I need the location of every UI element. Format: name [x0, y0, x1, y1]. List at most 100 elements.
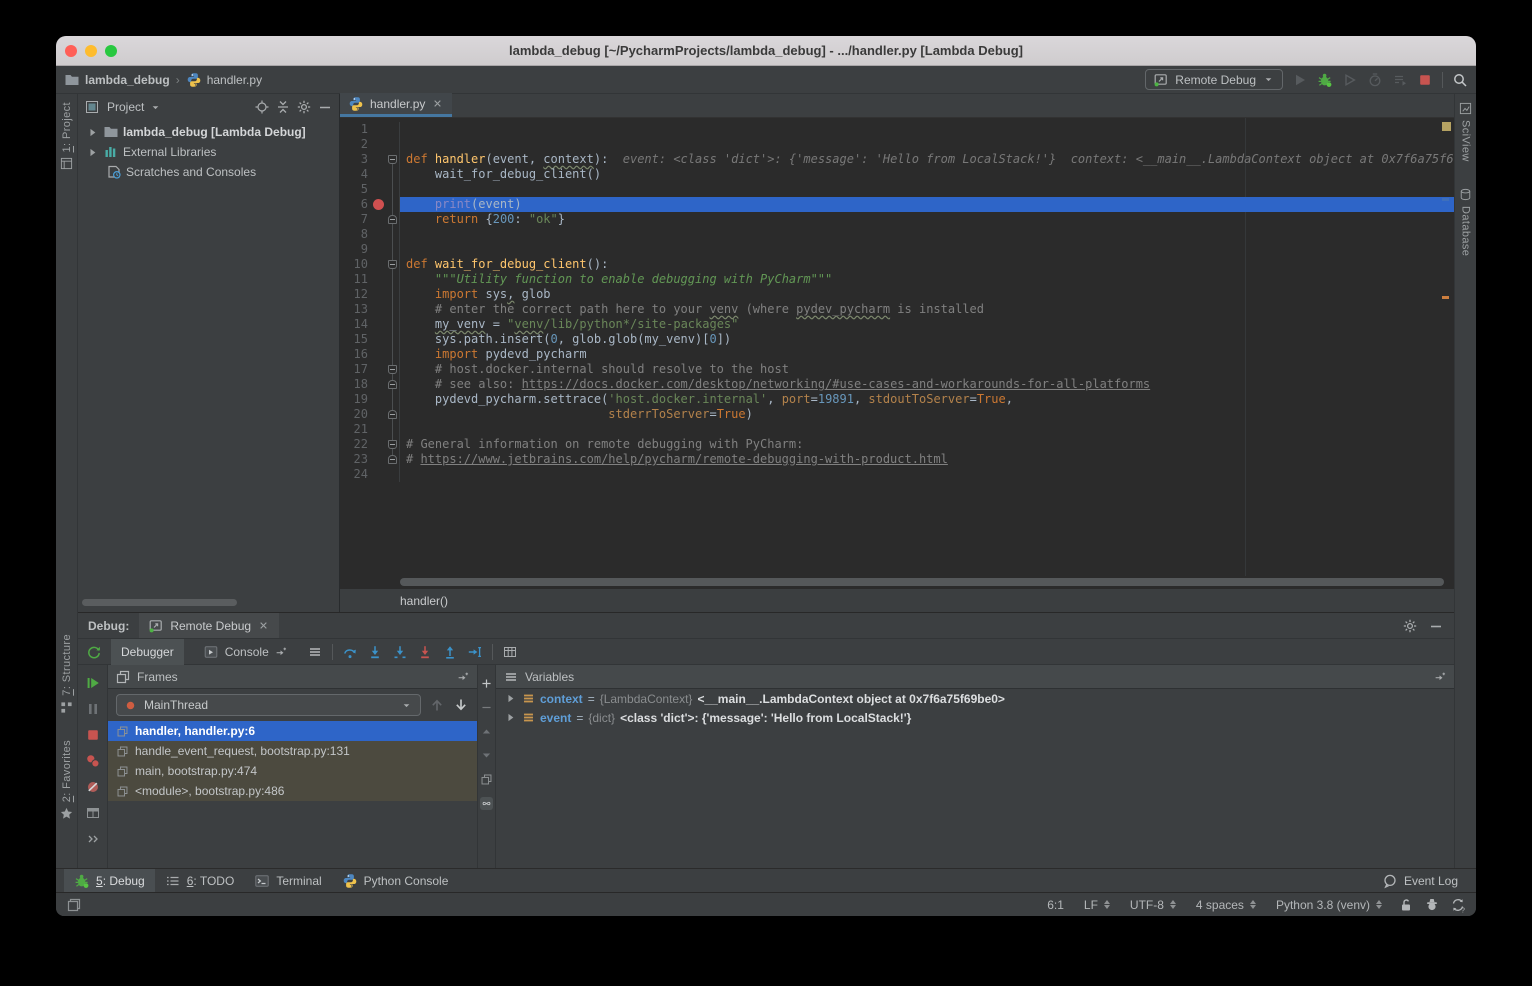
status-item-6-1[interactable]: 6:1	[1047, 898, 1064, 912]
tab-close-icon[interactable]	[431, 97, 444, 110]
sync-button[interactable]: ?	[1450, 897, 1466, 913]
thread-select[interactable]: MainThread	[116, 694, 421, 716]
tool-window-button-terminal[interactable]: Terminal	[244, 869, 331, 893]
breakpoint-icon[interactable]	[373, 199, 384, 210]
run-configuration-select[interactable]: Remote Debug	[1145, 69, 1283, 90]
gutter[interactable]	[370, 199, 386, 210]
fold-close-icon[interactable]	[388, 380, 397, 389]
variable-row-event[interactable]: event={dict}<class 'dict'>: {'message': …	[496, 708, 1454, 727]
hector-button[interactable]	[1424, 897, 1440, 913]
stack-frame-row[interactable]: handler, handler.py:6	[108, 721, 477, 741]
expander-icon[interactable]	[86, 146, 99, 159]
code-line-20[interactable]: 20 stderrToServer=True)	[340, 407, 1454, 422]
minimize-button[interactable]	[317, 99, 333, 115]
status-item-lf[interactable]: LF	[1084, 898, 1110, 912]
tool-strip-button-1-project[interactable]: 1: Project	[60, 102, 73, 170]
fold-close-icon[interactable]	[388, 215, 397, 224]
expander-icon[interactable]	[504, 711, 517, 724]
minimize-button[interactable]	[1428, 618, 1444, 634]
run-to-cursor-button[interactable]	[467, 644, 483, 660]
project-hscrollbar[interactable]	[82, 599, 237, 606]
rerun-button[interactable]	[1392, 72, 1408, 88]
code-line-5[interactable]: 5	[340, 182, 1454, 197]
chev-down-icon[interactable]	[149, 101, 162, 114]
profile-button[interactable]	[1367, 72, 1383, 88]
move-down-button[interactable]	[480, 749, 493, 762]
code-line-18[interactable]: 18 # see also: https://docs.docker.com/d…	[340, 377, 1454, 392]
expander-icon[interactable]	[504, 692, 517, 705]
status-item-python-3-8-venv-[interactable]: Python 3.8 (venv)	[1276, 898, 1382, 912]
stop-debug-button[interactable]	[85, 727, 101, 743]
copy-frame-button[interactable]	[480, 773, 493, 786]
code-line-16[interactable]: 16 import pydevd_pycharm	[340, 347, 1454, 362]
lock-open-button[interactable]	[1398, 897, 1414, 913]
code-line-9[interactable]: 9	[340, 242, 1454, 257]
stop-button[interactable]	[1417, 72, 1433, 88]
variable-row-context[interactable]: context={LambdaContext}<__main__.LambdaC…	[496, 689, 1454, 708]
remove-button[interactable]	[480, 701, 493, 714]
gear-button[interactable]	[296, 99, 312, 115]
code-line-10[interactable]: 10def wait_for_debug_client():	[340, 257, 1454, 272]
step-over-button[interactable]	[342, 644, 358, 660]
tree-item-scratches[interactable]: Scratches and Consoles	[78, 162, 339, 182]
force-step-into-button[interactable]	[392, 644, 408, 660]
step-into-my-code-button[interactable]	[417, 644, 433, 660]
code-line-24[interactable]: 24	[340, 467, 1454, 482]
code-line-15[interactable]: 15 sys.path.insert(0, glob.glob(my_venv)…	[340, 332, 1454, 347]
down-nav-icon[interactable]	[453, 697, 469, 713]
pause-button[interactable]	[85, 701, 101, 717]
code-line-1[interactable]: 1	[340, 122, 1454, 137]
search-everywhere-button[interactable]	[1452, 72, 1468, 88]
tool-strip-button-7-structure[interactable]: 7: Structure	[60, 634, 73, 714]
code-line-7[interactable]: 7 return {200: "ok"}	[340, 212, 1454, 227]
tree-item-lambda_debug[interactable]: lambda_debug [Lambda Debug]	[78, 122, 339, 142]
collapse-all-button[interactable]	[275, 99, 291, 115]
code-line-14[interactable]: 14 my_venv = "venv/lib/python*/site-pack…	[340, 317, 1454, 332]
status-item-4-spaces[interactable]: 4 spaces	[1196, 898, 1256, 912]
expander-icon[interactable]	[86, 126, 99, 139]
fold-open-icon[interactable]	[388, 365, 397, 374]
code-line-3[interactable]: 3def handler(event, context): event: <cl…	[340, 152, 1454, 167]
code-line-17[interactable]: 17 # host.docker.internal should resolve…	[340, 362, 1454, 377]
code-line-21[interactable]: 21	[340, 422, 1454, 437]
rerun-debug-icon[interactable]	[86, 644, 102, 660]
status-item-utf-8[interactable]: UTF-8	[1130, 898, 1176, 912]
code-area[interactable]: 123def handler(event, context): event: <…	[340, 118, 1454, 576]
focus-icon[interactable]	[1434, 670, 1447, 683]
locate-button[interactable]	[254, 99, 270, 115]
burger-icon[interactable]	[307, 644, 323, 660]
fold-close-icon[interactable]	[388, 455, 397, 464]
code-line-11[interactable]: 11 """Utility function to enable debuggi…	[340, 272, 1454, 287]
gear-button[interactable]	[1402, 618, 1418, 634]
move-up-button[interactable]	[480, 725, 493, 738]
resume-button[interactable]	[85, 675, 101, 691]
restore-layout-button[interactable]	[85, 805, 101, 821]
debug-tab-close-icon[interactable]	[257, 619, 270, 632]
tool-strip-button-sciview[interactable]: SciView	[1459, 102, 1472, 162]
mute-breakpoints-button[interactable]	[85, 779, 101, 795]
fold-open-icon[interactable]	[388, 260, 397, 269]
step-into-button[interactable]	[367, 644, 383, 660]
add-button[interactable]	[480, 677, 493, 690]
stack-frame-row[interactable]: handle_event_request, bootstrap.py:131	[108, 741, 477, 761]
tool-window-button-6-todo[interactable]: 6: TODO	[155, 869, 245, 893]
run-with-coverage-button[interactable]	[1342, 72, 1358, 88]
infinity-button[interactable]	[480, 797, 493, 810]
tool-strip-button-database[interactable]: Database	[1459, 188, 1472, 256]
tool-window-button-python-console[interactable]: Python Console	[332, 869, 459, 893]
debug-session-tab[interactable]: Remote Debug	[139, 613, 279, 638]
tool-window-button-5-debug[interactable]: 5: Debug	[64, 869, 155, 893]
view-breakpoints-button[interactable]	[85, 753, 101, 769]
code-line-6[interactable]: 6 print(event)	[340, 197, 1454, 212]
editor-tab-handler[interactable]: handler.py	[340, 93, 452, 117]
fold-close-icon[interactable]	[388, 410, 397, 419]
stack-frame-row[interactable]: main, bootstrap.py:474	[108, 761, 477, 781]
code-line-13[interactable]: 13 # enter the correct path here to your…	[340, 302, 1454, 317]
tool-window-button-event-log[interactable]: Event Log	[1372, 869, 1468, 893]
code-line-22[interactable]: 22# General information on remote debugg…	[340, 437, 1454, 452]
fold-open-icon[interactable]	[388, 155, 397, 164]
editor-breadcrumb[interactable]: handler()	[340, 588, 1454, 612]
step-out-button[interactable]	[442, 644, 458, 660]
debug-button[interactable]	[1317, 72, 1333, 88]
layout-grid-icon[interactable]	[502, 644, 518, 660]
